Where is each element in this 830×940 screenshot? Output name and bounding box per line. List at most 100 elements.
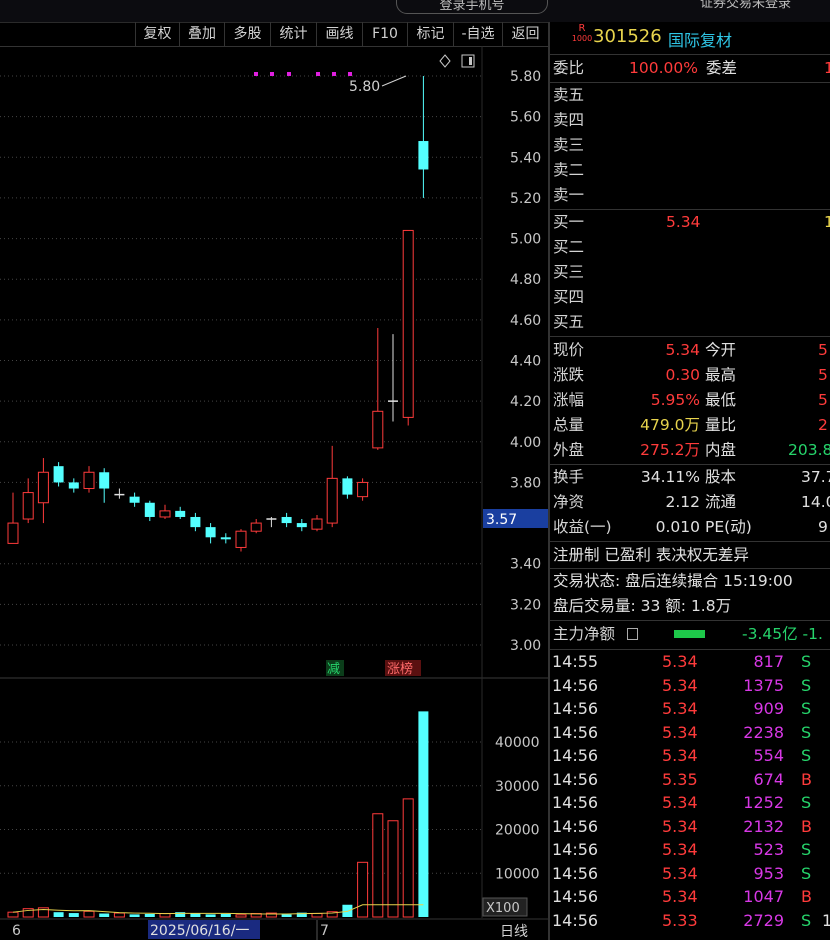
price-axis-label: 5.80 [510,69,541,85]
stat-label: PE(动) [705,518,752,536]
tick-row: 14:56 5.34 2238 S [552,722,812,742]
price-axis-label: 5.40 [510,150,541,166]
volume-bar-down [99,913,110,917]
stat-value: 5.95% [650,391,700,409]
max-price-arrow [381,75,407,87]
candle-body-down [175,510,186,517]
stat-label: 收益(一) [553,518,612,536]
candle-body-down [53,466,64,483]
toolbar-overlay-button[interactable]: 叠加 [179,22,224,46]
stat-label: 换手 [553,468,585,486]
toolbar-back-button[interactable]: 返回 [502,22,548,46]
weibi-value: 100.00% [629,59,698,77]
tick-row: 14:56 5.33 2729 S 1 [552,910,830,930]
volume-axis-label: 40000 [495,735,540,751]
volume-bar-down [129,914,140,917]
top-bar: 登录手机号 证券交易未登录 [0,0,830,23]
toolbar-fuquan-button[interactable]: 复权 [135,22,179,46]
toolbar-multi-stock-button[interactable]: 多股 [224,22,270,46]
toolbar-statistics-button[interactable]: 统计 [270,22,316,46]
after-hours-volume-note: 盘后交易量: 33 额: 1.8万 [553,597,732,615]
price-axis-label: 3.20 [510,597,541,613]
volume-unit: X100 [486,901,520,916]
volume-bar-up [235,914,247,918]
volume-bar-up [113,912,125,918]
login-phone-button[interactable]: 登录手机号 [396,0,548,14]
volume-bar-down [68,913,79,917]
price-axis-label: 5.00 [510,232,541,248]
buy-level-label: 买二 [553,238,585,256]
registration-badge: R 1000 [571,23,593,44]
sell-level-label: 卖一 [553,186,585,204]
kline-chart[interactable]: 5.80 5.60 5.40 5.20 5.00 4.80 4.60 4.40 4.20 4.00… [0,46,548,940]
sell-level-label: 卖二 [553,161,585,179]
buy-price: 5.34 [666,213,701,231]
window-toggle-icon[interactable] [461,54,475,68]
volume-bar-down [53,912,64,917]
toolbar-draw-line-button[interactable]: 画线 [316,22,362,46]
weibi-label: 委比 [553,59,585,77]
main-flow-value: -3.45亿 -1. [742,625,823,643]
candle-body-up [37,471,49,504]
volume-axis-label: 20000 [495,823,540,839]
toolbar-remove-watchlist-button[interactable]: -自选 [453,22,502,46]
candle-body-down [68,482,79,489]
stat-label: 涨幅 [553,391,585,409]
weicha-value: 1 [824,59,830,77]
stat-value: 2 [818,416,828,434]
tick-row: 14:56 5.34 523 S [552,840,812,859]
candle-body-down [342,478,353,495]
toolbar-f10-button[interactable]: F10 [362,22,407,46]
volume-bar-up [372,813,384,918]
tick-row: 14:56 5.34 554 S [552,746,812,765]
candle-body-down [281,516,292,524]
candle-body-up [83,471,95,490]
stat-label: 涨跌 [553,366,585,384]
volume-bar-down [281,914,292,917]
list-icon[interactable] [627,628,638,640]
stat-value: 479.0万 [640,416,700,434]
volume-axis-label: 10000 [495,866,540,882]
trade-login-status[interactable]: 证券交易未登录 [700,0,791,11]
candle-body-up [235,530,247,548]
candle-body-up [357,481,369,498]
stock-tags-note: 注册制 已盈利 表决权无差异 [553,546,749,564]
toolbar-mark-button[interactable]: 标记 [407,22,453,46]
buy-level-label: 买三 [553,263,585,281]
period-label[interactable]: 日线 [500,924,528,940]
tick-row: 14:56 5.35 674 B [552,769,812,789]
candle-body-down [220,537,231,540]
date-label-month: 7 [320,923,329,939]
candle-body-up [250,522,262,532]
stat-label: 今开 [705,341,737,359]
volume-bar-down [144,913,155,917]
tag-rank: 涨榜 [387,661,413,677]
stat-value: 14.0 [801,493,830,511]
quote-panel: R 1000 301526 国际复材 委比 100.00% 委差 1 卖五 卖四 … [550,22,830,940]
candles-group [7,76,429,552]
candle-body-down [129,496,140,503]
volume-bar-down [205,914,216,917]
stat-value: 5 [818,391,828,409]
stat-label: 净资 [553,493,585,511]
max-price-annotation: 5.80 [349,79,380,95]
volume-bar-up [311,913,323,918]
main-flow-label: 主力净额 [553,625,616,643]
price-axis: 5.80 5.60 5.40 5.20 5.00 4.80 4.60 4.40 4.20 4.00… [510,69,541,654]
stat-value: 9 [818,518,828,536]
stat-label: 股本 [705,468,737,486]
stat-label: 流通 [705,493,737,511]
sell-level-label: 卖四 [553,111,585,129]
volume-bar-down [418,711,429,917]
tick-row: 14:55 5.34 817 S [552,652,812,671]
buy-level-label: 买一 [553,213,585,231]
tick-row: 14:56 5.34 909 S [552,699,812,718]
candle-body-down [99,472,110,489]
flow-bar [674,630,705,638]
weibi-row: 委比 100.00% 委差 1 [550,56,830,81]
diamond-icon[interactable] [439,54,451,68]
tag-reduce: 减 [327,662,340,677]
price-grid [0,75,482,874]
magenta-dots [254,72,352,76]
stat-value: 37.7 [801,468,830,486]
